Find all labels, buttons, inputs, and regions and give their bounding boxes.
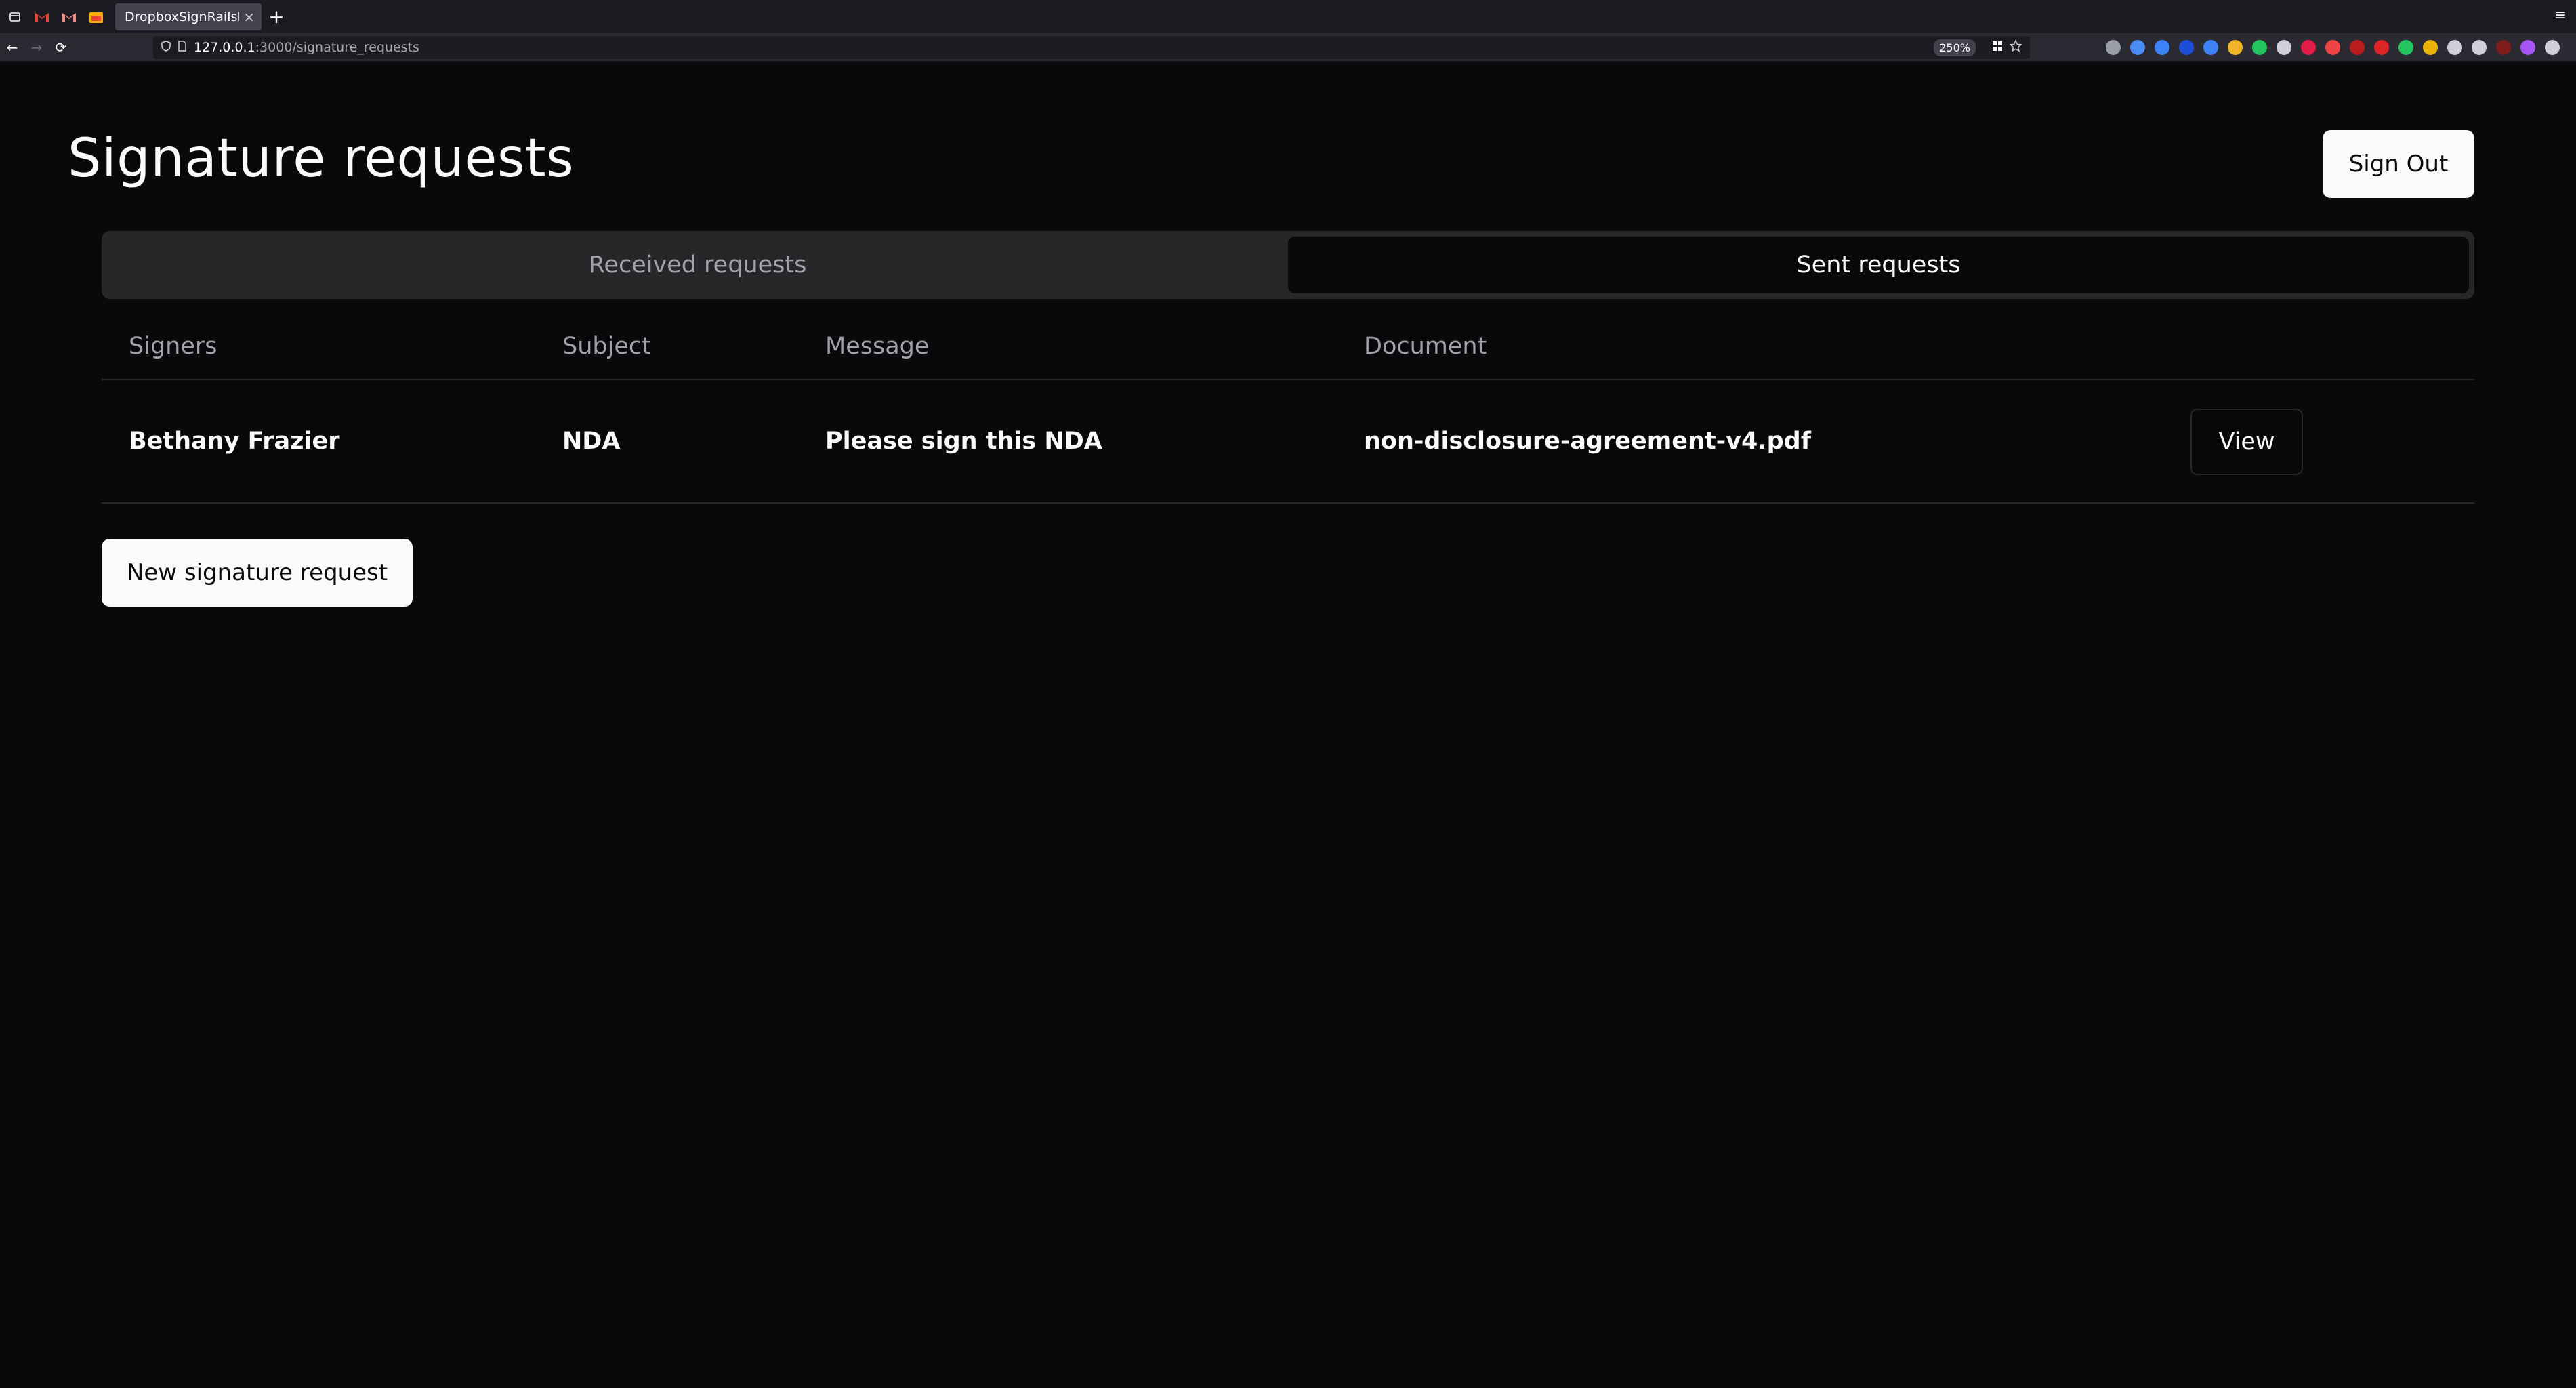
cell-message: Please sign this NDA [825, 428, 1102, 455]
zoom-level-badge[interactable]: 250% [1934, 39, 1976, 56]
new-tab-button[interactable]: + [262, 0, 291, 33]
extension-icon[interactable] [2374, 40, 2389, 55]
extension-icon[interactable] [2447, 40, 2462, 55]
cell-subject: NDA [562, 428, 621, 455]
extension-icon[interactable] [2106, 40, 2121, 55]
column-header-subject: Subject [562, 333, 651, 360]
reload-icon[interactable]: ⟳ [49, 35, 73, 60]
page-title: Signature requests [68, 128, 575, 189]
forward-arrow-icon[interactable]: → [24, 35, 49, 60]
table-row: Bethany Frazier NDA Please sign this NDA… [102, 380, 2474, 504]
browser-tab-title: DropboxSignRailsD [125, 9, 240, 24]
url-path: :3000/signature_requests [255, 40, 419, 55]
bookmark-star-icon[interactable] [2009, 39, 2022, 56]
pinned-tab-gmail-icon[interactable] [56, 0, 83, 33]
request-tabs: Received requests Sent requests [102, 231, 2474, 299]
list-all-tabs-icon[interactable]: ≡ [2554, 7, 2567, 24]
column-header-message: Message [825, 333, 930, 360]
url-bar[interactable]: 127.0.0.1 :3000/signature_requests 250% [153, 36, 2030, 59]
extensions-toolbar [2106, 36, 2569, 59]
extension-icon[interactable] [2350, 40, 2365, 55]
extension-icon[interactable] [2252, 40, 2267, 55]
column-header-signers: Signers [129, 333, 217, 360]
cell-signers: Bethany Frazier [129, 428, 340, 455]
tab-received-requests[interactable]: Received requests [107, 237, 1288, 293]
extension-icon[interactable] [2179, 40, 2194, 55]
view-button[interactable]: View [2190, 409, 2303, 475]
extension-icon[interactable] [2228, 40, 2243, 55]
sign-out-button[interactable]: Sign Out [2323, 130, 2474, 198]
page-info-icon[interactable] [178, 40, 187, 55]
page-content: Signature requests Sign Out Received req… [0, 62, 2576, 1388]
browser-nav-bar: ← → ⟳ 127.0.0.1 :3000/signature_requests… [0, 33, 2576, 62]
extension-icon[interactable] [2545, 40, 2560, 55]
extension-icon[interactable] [2155, 40, 2169, 55]
extension-icon[interactable] [2520, 40, 2535, 55]
cell-document: non-disclosure-agreement-v4.pdf [1364, 428, 1811, 455]
tab-sent-requests[interactable]: Sent requests [1288, 237, 2469, 293]
pinned-tab-calendar-icon[interactable] [83, 0, 110, 33]
close-icon[interactable]: × [243, 9, 255, 25]
apps-grid-icon[interactable] [1992, 41, 2003, 55]
extension-icon[interactable] [2130, 40, 2145, 55]
extension-icon[interactable] [2203, 40, 2218, 55]
column-header-document: Document [1364, 333, 1487, 360]
extension-icon[interactable] [2301, 40, 2316, 55]
pinned-tab-gmail-icon[interactable] [28, 0, 56, 33]
extension-icon[interactable] [2423, 40, 2438, 55]
table-header-row: Signers Subject Message Document [102, 314, 2474, 380]
browser-tab-active[interactable]: DropboxSignRailsD × [115, 3, 262, 30]
extension-icon[interactable] [2496, 40, 2511, 55]
firefox-view-icon[interactable] [5, 7, 24, 26]
extension-icon[interactable] [2398, 40, 2413, 55]
browser-tab-bar: DropboxSignRailsD × + ≡ [0, 0, 2576, 33]
url-host: 127.0.0.1 [194, 40, 255, 55]
shield-icon[interactable] [161, 40, 171, 55]
extension-icon[interactable] [2325, 40, 2340, 55]
back-arrow-icon[interactable]: ← [0, 35, 24, 60]
new-signature-request-button[interactable]: New signature request [102, 539, 413, 607]
extension-icon[interactable] [2472, 40, 2487, 55]
extension-icon[interactable] [2277, 40, 2291, 55]
signature-requests-table: Signers Subject Message Document Bethany… [102, 314, 2474, 504]
